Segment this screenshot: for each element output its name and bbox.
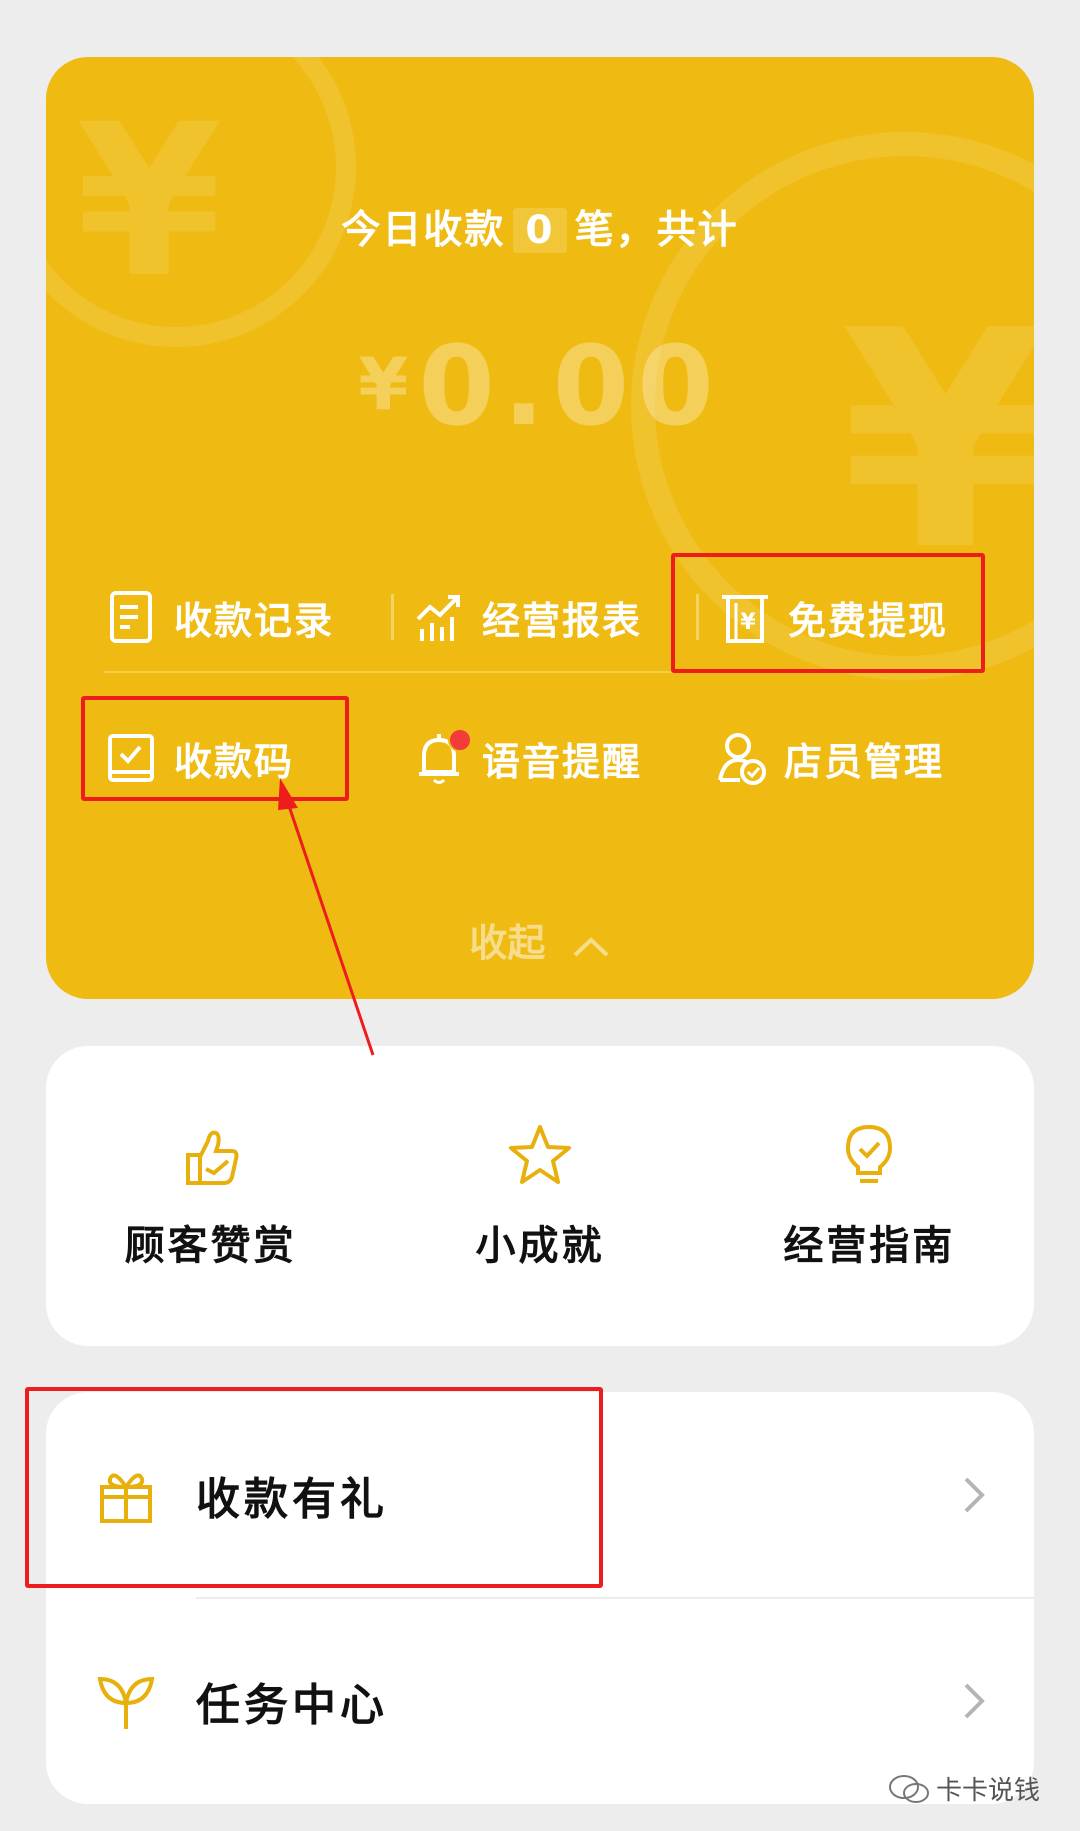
- today-summary: 今日收款 0 笔，共计: [46, 199, 1034, 255]
- quick-entry-grid: 顾客赞赏 小成就 经营指南: [46, 1121, 1034, 1271]
- watermark: 卡卡说钱: [888, 1770, 1040, 1807]
- amount-value: 0.00: [418, 322, 722, 450]
- quick-entry-card: 顾客赞赏 小成就 经营指南: [46, 1046, 1034, 1346]
- notification-dot: [448, 728, 472, 752]
- divider: [391, 594, 394, 640]
- staff-management-button[interactable]: 店员管理: [716, 730, 944, 786]
- voice-reminder-button[interactable]: 语音提醒: [414, 728, 643, 786]
- transaction-count: 0: [513, 208, 567, 253]
- collapse-button[interactable]: 收起: [46, 912, 1034, 968]
- currency-symbol: ¥: [358, 342, 409, 426]
- bell-icon: [414, 728, 472, 786]
- customer-tips-label: 顾客赞赏: [124, 1223, 297, 1269]
- chevron-right-icon: [964, 1477, 985, 1512]
- business-report-button[interactable]: 经营报表: [414, 589, 642, 645]
- highlight-box-payment-gift: [25, 1387, 603, 1588]
- payment-summary-card: ¥ ¥ 今日收款 0 笔，共计 ¥0.00 收款记录 经营报表 ¥ 免费提现 收…: [46, 57, 1034, 999]
- payment-records-button[interactable]: 收款记录: [106, 589, 334, 645]
- voice-reminder-label: 语音提醒: [482, 739, 643, 784]
- business-guide-entry[interactable]: 经营指南: [705, 1121, 1034, 1271]
- staff-management-label: 店员管理: [784, 739, 945, 784]
- document-icon: [106, 589, 156, 645]
- chevron-up-icon: [571, 924, 611, 968]
- business-report-label: 经营报表: [482, 598, 643, 643]
- summary-prefix: 今日收款: [341, 208, 506, 253]
- collapse-label: 收起: [469, 921, 546, 965]
- lightbulb-icon: [846, 1124, 893, 1183]
- wechat-icon: [888, 1774, 929, 1803]
- star-icon: [508, 1125, 571, 1184]
- highlight-box-payment-code: [81, 696, 349, 801]
- achievements-entry[interactable]: 小成就: [375, 1121, 704, 1271]
- payment-records-label: 收款记录: [174, 598, 335, 643]
- sprout-icon: [97, 1676, 155, 1729]
- watermark-text: 卡卡说钱: [935, 1776, 1040, 1806]
- achievements-label: 小成就: [475, 1223, 605, 1269]
- thumbs-up-icon: [185, 1130, 239, 1185]
- chevron-right-icon: [964, 1683, 985, 1718]
- total-amount: ¥0.00: [46, 322, 1034, 450]
- customer-tips-entry[interactable]: 顾客赞赏: [46, 1121, 375, 1271]
- summary-suffix: 笔，共计: [574, 208, 739, 253]
- task-center-label: 任务中心: [196, 1679, 388, 1731]
- task-center-item[interactable]: 任务中心: [46, 1598, 1034, 1803]
- highlight-box-withdraw: [671, 553, 985, 673]
- staff-icon: [716, 730, 766, 786]
- chart-icon: [414, 589, 464, 645]
- business-guide-label: 经营指南: [783, 1223, 956, 1269]
